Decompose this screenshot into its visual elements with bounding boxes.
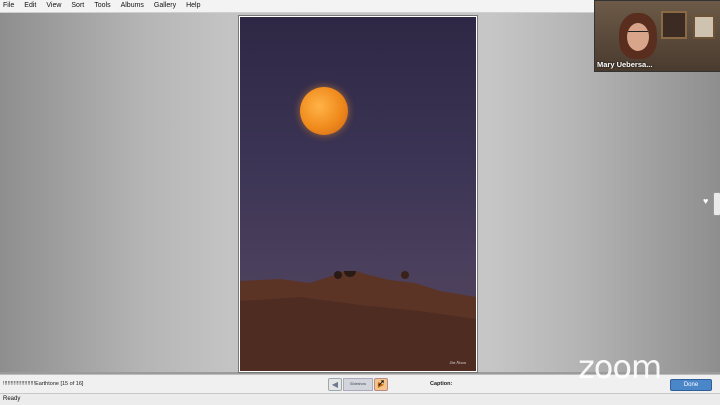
moon-image [300,87,348,135]
previous-photo-button[interactable]: ◀ [328,378,342,391]
participant-glasses [628,31,648,36]
menu-sort[interactable]: Sort [66,0,89,12]
menu-tools[interactable]: Tools [89,0,115,12]
participant-face [627,23,649,51]
wall-picture-frame [661,11,687,39]
photo-signature: Jim Nixon [449,360,466,365]
caption-label: Caption: [430,381,453,387]
hills-silhouette [240,271,476,371]
video-participant-tile[interactable]: Mary Uebersa... [594,0,720,72]
done-button[interactable]: Done [670,379,712,391]
menu-edit[interactable]: Edit [19,0,41,12]
mouse-cursor-icon: ➚ [377,378,386,389]
menu-file[interactable]: File [0,0,19,12]
status-text: Ready [3,396,21,402]
heart-icon[interactable]: ♥ [703,197,708,206]
scrollbar-thumb[interactable] [713,192,720,216]
menu-help[interactable]: Help [181,0,205,12]
status-bar: Ready [0,393,720,405]
main-photo[interactable]: Jim Nixon [239,16,477,372]
slideshow-control[interactable]: Slideshow [343,378,373,391]
photo-info: !!!!!!!!!!!!!!!!!!!!!Earthtone [15 of 16… [3,381,84,387]
zoom-logo: zoom [578,348,662,386]
menu-view[interactable]: View [41,0,66,12]
menu-gallery[interactable]: Gallery [149,0,181,12]
wall-picture-frame [693,15,715,39]
participant-name: Mary Uebersa... [597,60,653,69]
menu-albums[interactable]: Albums [116,0,149,12]
arrow-left-icon: ◀ [331,380,339,389]
